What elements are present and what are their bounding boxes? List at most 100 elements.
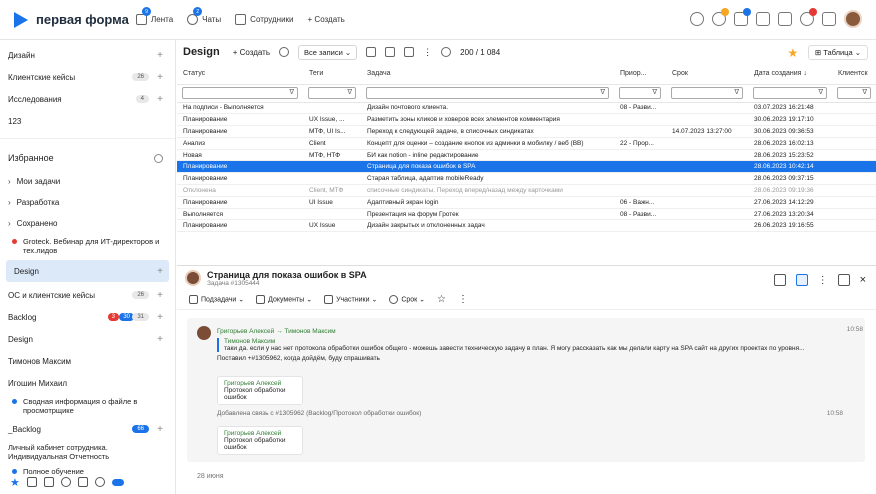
sidebar-item-os-cases[interactable]: ОС и клиентские кейсы 26 +	[0, 284, 175, 306]
star-icon[interactable]: ★	[10, 476, 20, 489]
avatar[interactable]	[844, 10, 862, 28]
list-icon[interactable]	[404, 47, 415, 57]
table-row[interactable]: Анализ Client Концепт для оценки – создани…	[177, 137, 876, 150]
more-icon[interactable]: ⋮	[818, 275, 828, 286]
sidebar-group-saved[interactable]: › Сохранено	[0, 213, 175, 234]
linked-task-card-2[interactable]: Григорьев Алексей Протокол обработки оши…	[217, 426, 303, 455]
table-row[interactable]: Выполняется Презентация на форум Гротек 08…	[177, 208, 876, 221]
client-filter[interactable]	[837, 87, 871, 99]
view-select[interactable]: ⊞ Таблица ⌄	[807, 45, 868, 60]
sidebar-item-design-selected[interactable]: Design +	[6, 260, 169, 282]
table-row[interactable]: На подписи - Выполняется Дизайн почтового…	[177, 102, 876, 115]
plus-icon[interactable]: +	[157, 290, 163, 301]
refresh-icon[interactable]	[278, 47, 289, 57]
plus-icon[interactable]: +	[157, 50, 163, 61]
more-icon[interactable]: ⋮	[423, 47, 432, 58]
tab-documents[interactable]: Документы ⌄	[256, 295, 312, 304]
detail-title: Страница для показа ошибок в SPA	[207, 269, 367, 280]
tab-deadline[interactable]: Срок ⌄	[389, 295, 425, 304]
table-cell: Новая	[177, 149, 303, 162]
col-created[interactable]: Дата создания ↓	[748, 64, 832, 85]
col-deadline[interactable]: Срок	[666, 64, 748, 85]
status-filter[interactable]	[182, 87, 298, 99]
plus-icon[interactable]: +	[157, 424, 163, 435]
sidebar-item-backlog-2[interactable]: _Backlog 66 +	[0, 418, 175, 440]
nav-people[interactable]: Сотрудники	[235, 14, 294, 25]
nav-feed[interactable]: 9 Лента	[136, 7, 173, 25]
search-icon[interactable]	[154, 153, 163, 163]
play-icon[interactable]	[712, 8, 729, 26]
plus-icon[interactable]: +	[157, 94, 163, 105]
table-row[interactable]: Планирование UX Issue Дизайн закрытых и от…	[177, 219, 876, 233]
priority-filter[interactable]	[619, 87, 661, 99]
nav-chats[interactable]: 2 Чаты	[187, 7, 221, 25]
sidebar-item-backlog[interactable]: Backlog 3 30 31 +	[0, 306, 175, 328]
sidebar-item-igoshin[interactable]: Игошин Михаил	[0, 372, 175, 394]
col-status[interactable]: Статус	[177, 64, 303, 85]
col-priority[interactable]: Приор...	[614, 64, 666, 85]
video-icon[interactable]	[773, 274, 786, 286]
close-icon[interactable]: ×	[860, 274, 866, 286]
sidebar-item-summary[interactable]: Сводная информация о файле в просмотрщик…	[0, 394, 175, 418]
col-client[interactable]: Клиентск	[832, 64, 876, 85]
calendar-icon[interactable]	[756, 12, 770, 26]
sidebar-item-research[interactable]: Исследования 4 +	[0, 88, 175, 110]
mail-icon[interactable]	[43, 477, 54, 487]
avatar	[197, 326, 211, 340]
logo[interactable]: первая форма	[14, 11, 136, 28]
create-button[interactable]: + Создать	[233, 48, 270, 57]
settings-icon[interactable]	[94, 477, 105, 487]
table-row[interactable]: Новая МТФ, НТФ БИ как notion - inline реда…	[177, 149, 876, 162]
search-icon[interactable]	[441, 47, 452, 57]
help-icon[interactable]	[800, 8, 817, 26]
table-row[interactable]: Планирование UX Issue, ... Разметить зоны …	[177, 113, 876, 127]
col-tags[interactable]: Теги	[303, 64, 361, 85]
columns-icon[interactable]	[77, 477, 88, 487]
plus-icon[interactable]: +	[157, 266, 163, 277]
table-row[interactable]: Планирование МТФ, UI Is... Переход к следу…	[177, 125, 876, 138]
filter-icon[interactable]	[366, 47, 377, 57]
tags-filter[interactable]	[308, 87, 356, 99]
sidebar-item-timonov[interactable]: Тимонов Максим	[0, 350, 175, 372]
more-icon[interactable]: ⋮	[458, 294, 468, 305]
col-task[interactable]: Задача	[361, 64, 614, 85]
search-icon[interactable]	[690, 12, 704, 26]
deadline-filter[interactable]	[671, 87, 743, 99]
notes-icon[interactable]	[822, 12, 836, 26]
panel-layout-icon[interactable]	[795, 274, 808, 286]
table-cell: Разметить зоны кликов и ховеров всех эле…	[361, 113, 614, 127]
sidebar-item-123[interactable]: 123	[0, 110, 175, 132]
sidebar-item-cabinet[interactable]: Личный кабинет сотрудника. Индивидуальна…	[0, 440, 175, 464]
toggle-icon[interactable]	[111, 478, 124, 486]
table-row[interactable]: Планирование Страница для показа ошибок в…	[177, 160, 876, 174]
plus-icon[interactable]: +	[157, 312, 163, 323]
clock-icon[interactable]	[60, 477, 71, 487]
table-row[interactable]: Планирование UI Issue Адаптивный экран log…	[177, 196, 876, 209]
star-icon[interactable]: ☆	[437, 294, 446, 305]
tab-participants[interactable]: Участники ⌄	[324, 295, 377, 304]
hierarchy-icon[interactable]	[385, 47, 396, 57]
nav-create[interactable]: + Создать	[308, 15, 345, 24]
sidebar-item-design[interactable]: Дизайн +	[0, 44, 175, 66]
task-filter[interactable]	[366, 87, 609, 99]
created-filter[interactable]	[753, 87, 827, 99]
table-row[interactable]: Отклонена Client, МТФ списочные синдикаты.…	[177, 184, 876, 197]
sidebar-group-my-tasks[interactable]: › Мои задачи	[0, 171, 175, 192]
favorite-star-icon[interactable]: ★	[786, 46, 800, 60]
records-select[interactable]: Все записи ⌄	[297, 44, 358, 60]
linked-task-card-1[interactable]: Григорьев Алексей Протокол обработки оши…	[217, 376, 303, 405]
sidebar-item-design-2[interactable]: Design +	[0, 328, 175, 350]
open-external-icon[interactable]	[837, 274, 850, 286]
table-cell	[303, 172, 361, 186]
table-row[interactable]: Планирование Старая таблица, адаптив mobi…	[177, 172, 876, 186]
gift-icon[interactable]	[778, 12, 792, 26]
tasks-icon[interactable]	[734, 8, 751, 26]
sidebar-group-development[interactable]: › Разработка	[0, 192, 175, 213]
tab-subtasks[interactable]: Подзадачи ⌄	[189, 295, 244, 304]
sidebar: Дизайн + Клиентские кейсы 26 + Исследования…	[0, 40, 176, 494]
plus-icon[interactable]: +	[157, 72, 163, 83]
plus-icon[interactable]: +	[157, 334, 163, 345]
sidebar-item-groteck[interactable]: Groteck. Вебинар для ИТ-директоров и тех…	[0, 234, 175, 258]
grid-icon[interactable]	[26, 477, 37, 487]
sidebar-item-client-cases[interactable]: Клиентские кейсы 26 +	[0, 66, 175, 88]
